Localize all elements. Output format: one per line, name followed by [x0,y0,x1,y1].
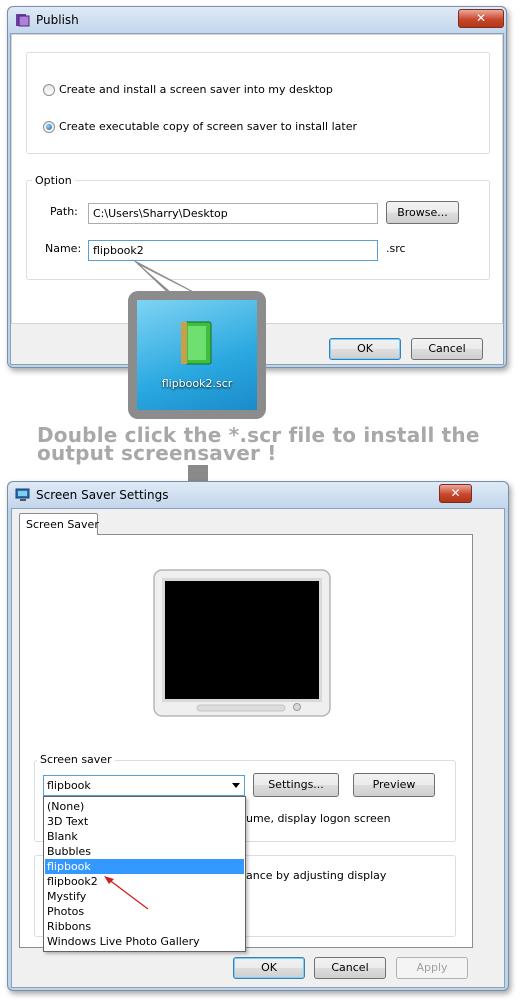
scr-file-icon[interactable] [178,320,214,368]
name-suffix: .src [386,242,406,255]
option-group-label: Option [32,174,75,187]
screensaver-ok-button[interactable]: OK [233,957,305,979]
dropdown-item-ribbons[interactable]: Ribbons [45,919,244,934]
dropdown-item-none[interactable]: (None) [45,799,244,814]
dropdown-item-bubbles[interactable]: Bubbles [45,844,244,859]
screensaver-close-button[interactable]: ✕ [439,484,472,503]
path-input[interactable]: C:\Users\Sharry\Desktop [88,203,378,224]
desktop-preview: flipbook2.scr [137,300,257,410]
resume-logon-text: ume, display logon screen [246,812,391,825]
publish-app-icon [16,14,30,27]
publish-title: Publish [36,13,79,27]
screensaver-title: Screen Saver Settings [36,488,169,502]
tab-screen-saver-label: Screen Saver [26,518,99,531]
dropdown-item-flipbook[interactable]: flipbook [45,859,244,874]
publish-cancel-button[interactable]: Cancel [411,338,483,360]
screensaver-titlebar: Screen Saver Settings ✕ [8,482,508,508]
settings-button[interactable]: Settings... [253,773,339,797]
tab-page: Screen saver flipbook Settings... Previe… [19,534,473,952]
radio-selected-dot [46,124,52,130]
radio-install[interactable] [43,84,55,96]
screensaver-app-icon [15,488,30,501]
radio-executable[interactable] [43,121,55,133]
chevron-down-icon [232,783,240,788]
radio-install-label: Create and install a screen saver into m… [59,83,333,96]
power-text: ance by adjusting display [246,869,387,882]
tab-screen-saver[interactable]: Screen Saver [19,513,99,535]
publish-titlebar: Publish ✕ [8,7,506,33]
preview-button[interactable]: Preview [353,773,435,797]
annotation-arrow-icon [104,876,149,910]
instruction-line-2: output screensaver ! [37,441,277,465]
screensaver-client: Screen Saver Screen saver flipbook Setti… [11,508,505,988]
option-group [26,180,490,280]
path-label: Path: [50,205,78,218]
file-callout: flipbook2.scr [128,291,266,419]
dropdown-item-3d-text[interactable]: 3D Text [45,814,244,829]
scr-file-name: flipbook2.scr [161,377,233,390]
screensaver-select[interactable]: flipbook [43,775,245,796]
screensaver-cancel-button[interactable]: Cancel [314,957,386,979]
browse-button[interactable]: Browse... [386,201,459,224]
monitor-preview [153,569,331,717]
mode-group [26,52,490,154]
publish-ok-button[interactable]: OK [329,338,401,360]
publish-content-panel: Create and install a screen saver into m… [11,34,503,324]
screensaver-select-value: flipbook [47,779,91,792]
dropdown-item-blank[interactable]: Blank [45,829,244,844]
screensaver-apply-button: Apply [396,957,468,979]
radio-executable-label: Create executable copy of screen saver t… [59,120,357,133]
screensaver-group-label: Screen saver [37,753,115,766]
name-label: Name: [45,242,82,255]
dropdown-item-windows-live-photo-gallery[interactable]: Windows Live Photo Gallery [45,934,244,949]
screensaver-window: Screen Saver Settings ✕ Screen Saver Scr… [7,481,509,991]
publish-close-button[interactable]: ✕ [458,9,504,28]
